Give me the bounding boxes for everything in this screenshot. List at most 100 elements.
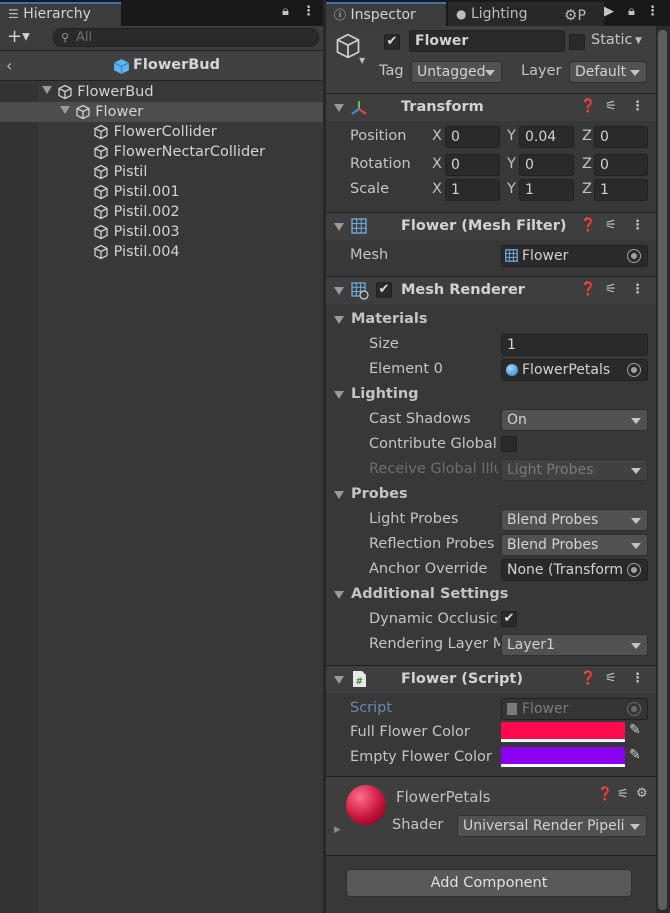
mesh-renderer-enabled-checkbox[interactable]: ✔ <box>376 282 392 298</box>
active-checkbox[interactable]: ✔ <box>384 34 400 50</box>
materials-label[interactable]: Materials <box>351 311 428 327</box>
preset-sliders-icon[interactable]: ⚟ <box>605 671 617 686</box>
reflection-probes-dropdown[interactable]: Blend Probes <box>501 534 648 556</box>
tree-item-flowernectarcollider[interactable]: FlowerNectarCollider <box>93 142 265 162</box>
tree-item-flowerbud[interactable]: FlowerBud <box>42 82 154 102</box>
element0-object-field[interactable]: FlowerPetals <box>501 359 648 381</box>
axis-y-label[interactable]: Y <box>507 156 516 172</box>
component-menu-icon[interactable]: ⋮ <box>631 99 644 114</box>
help-icon[interactable]: ❓ <box>580 99 596 114</box>
lock-icon[interactable]: 🔒︎ <box>628 4 635 19</box>
full-flower-color-swatch[interactable] <box>501 722 625 742</box>
lighting-foldout-icon[interactable] <box>334 391 344 399</box>
foldout-arrow-icon[interactable] <box>334 223 344 231</box>
position-x-field[interactable]: 0 <box>445 126 500 148</box>
axis-x-label[interactable]: X <box>432 156 442 172</box>
lock-icon[interactable]: 🔒︎ <box>282 4 289 19</box>
tree-item-pistil[interactable]: Pistil <box>93 162 147 182</box>
rotation-y-field[interactable]: 0 <box>519 154 574 176</box>
tree-item-flowercollider[interactable]: FlowerCollider <box>93 122 217 142</box>
contribute-gi-checkbox[interactable] <box>501 436 517 452</box>
rotation-z-field[interactable]: 0 <box>594 154 648 176</box>
materials-foldout-icon[interactable] <box>334 316 344 324</box>
axis-z-label[interactable]: Z <box>582 128 592 144</box>
axis-y-label[interactable]: Y <box>507 181 516 197</box>
flower-script-header[interactable]: # Flower (Script) ❓ ⚟ ⋮ <box>326 665 656 693</box>
probes-section-label[interactable]: Probes <box>351 486 408 502</box>
position-y-field[interactable]: 0.04 <box>519 126 574 148</box>
icon-dropdown-arrow-icon[interactable]: ▼ <box>359 56 365 65</box>
add-object-button[interactable]: +▼ <box>7 26 30 47</box>
preset-sliders-icon[interactable]: ⚟ <box>605 282 617 297</box>
tab-inspector[interactable]: ⓘ Inspector <box>326 2 446 26</box>
eyedropper-icon[interactable]: ✎ <box>629 747 641 763</box>
help-icon[interactable]: ❓ <box>580 282 596 297</box>
tab-lighting[interactable]: ● Lighting <box>448 2 566 26</box>
axis-x-label[interactable]: X <box>432 181 442 197</box>
empty-flower-color-swatch[interactable] <box>501 747 625 767</box>
add-component-button[interactable]: Add Component <box>346 869 632 897</box>
layer-dropdown[interactable]: Default <box>569 61 647 83</box>
light-probes-dropdown[interactable]: Blend Probes <box>501 509 648 531</box>
additional-settings-foldout-icon[interactable] <box>334 591 344 599</box>
expand-arrow-icon[interactable] <box>42 86 52 94</box>
gear-icon[interactable]: ⚙ <box>636 786 648 801</box>
dynamic-occlusion-checkbox[interactable]: ✔ <box>501 611 517 627</box>
shader-dropdown[interactable]: Universal Render Pipeli <box>457 815 647 837</box>
foldout-arrow-icon[interactable] <box>334 287 344 295</box>
axis-z-label[interactable]: Z <box>582 156 592 172</box>
rotation-x-field[interactable]: 0 <box>445 154 500 176</box>
preset-sliders-icon[interactable]: ⚟ <box>605 218 617 233</box>
axis-z-label[interactable]: Z <box>582 181 592 197</box>
foldout-arrow-icon[interactable] <box>334 676 344 684</box>
component-menu-icon[interactable]: ⋮ <box>631 671 644 686</box>
expand-arrow-icon[interactable] <box>60 106 70 114</box>
probes-foldout-icon[interactable] <box>334 491 344 499</box>
tag-dropdown[interactable]: Untagged <box>411 61 502 83</box>
help-icon[interactable]: ❓ <box>597 787 613 802</box>
scale-z-field[interactable]: 1 <box>594 179 648 201</box>
help-icon[interactable]: ❓ <box>580 671 596 686</box>
object-picker-icon[interactable] <box>627 563 641 577</box>
rendering-layer-dropdown[interactable]: Layer1 <box>501 634 648 656</box>
tab-hierarchy[interactable]: ☰ Hierarchy <box>0 2 121 26</box>
object-picker-icon[interactable] <box>627 363 641 377</box>
tree-item-pistil-002[interactable]: Pistil.002 <box>93 202 180 222</box>
preset-sliders-icon[interactable]: ⚟ <box>605 99 617 114</box>
object-picker-icon[interactable] <box>627 249 641 263</box>
more-menu-icon[interactable]: ⋮ <box>646 4 659 19</box>
foldout-arrow-icon[interactable] <box>334 104 344 112</box>
hierarchy-search-input[interactable]: ⚲ All <box>53 28 319 47</box>
lighting-section-label[interactable]: Lighting <box>351 386 419 402</box>
inspector-scrollbar[interactable] <box>656 26 670 913</box>
tab-project-settings[interactable]: ⚙P <box>558 2 604 26</box>
additional-settings-label[interactable]: Additional Settings <box>351 586 508 602</box>
component-menu-icon[interactable]: ⋮ <box>631 218 644 233</box>
position-z-field[interactable]: 0 <box>594 126 648 148</box>
scale-y-field[interactable]: 1 <box>519 179 574 201</box>
tab-overflow-arrow-icon[interactable]: ▶ <box>604 4 614 19</box>
axis-y-label[interactable]: Y <box>507 128 516 144</box>
cast-shadows-dropdown[interactable]: On <box>501 409 648 431</box>
gameobject-large-icon[interactable] <box>334 32 362 60</box>
object-name-field[interactable]: Flower <box>409 30 565 52</box>
tree-item-pistil-003[interactable]: Pistil.003 <box>93 222 180 242</box>
mesh-renderer-header[interactable]: ✔ Mesh Renderer ❓ ⚟ ⋮ <box>326 276 656 304</box>
anchor-override-field[interactable]: None (Transform <box>501 559 648 581</box>
static-checkbox[interactable] <box>569 34 585 50</box>
preset-sliders-icon[interactable]: ⚟ <box>617 787 629 802</box>
tree-item-pistil-001[interactable]: Pistil.001 <box>93 182 180 202</box>
mesh-object-field[interactable]: Flower <box>501 245 648 267</box>
help-icon[interactable]: ❓ <box>580 218 596 233</box>
more-menu-icon[interactable]: ⋮ <box>302 4 315 19</box>
tree-item-flower[interactable]: Flower <box>0 102 323 122</box>
axis-x-label[interactable]: X <box>432 128 442 144</box>
eyedropper-icon[interactable]: ✎ <box>629 722 641 738</box>
static-dropdown-arrow-icon[interactable]: ▼ <box>635 36 642 46</box>
transform-header[interactable]: Transform ❓ ⚟ ⋮ <box>326 93 656 121</box>
scale-x-field[interactable]: 1 <box>445 179 500 201</box>
mesh-filter-header[interactable]: Flower (Mesh Filter) ❓ ⚟ ⋮ <box>326 212 656 240</box>
component-menu-icon[interactable]: ⋮ <box>631 282 644 297</box>
tree-item-pistil-004[interactable]: Pistil.004 <box>93 242 180 262</box>
materials-size-field[interactable]: 1 <box>501 334 648 356</box>
